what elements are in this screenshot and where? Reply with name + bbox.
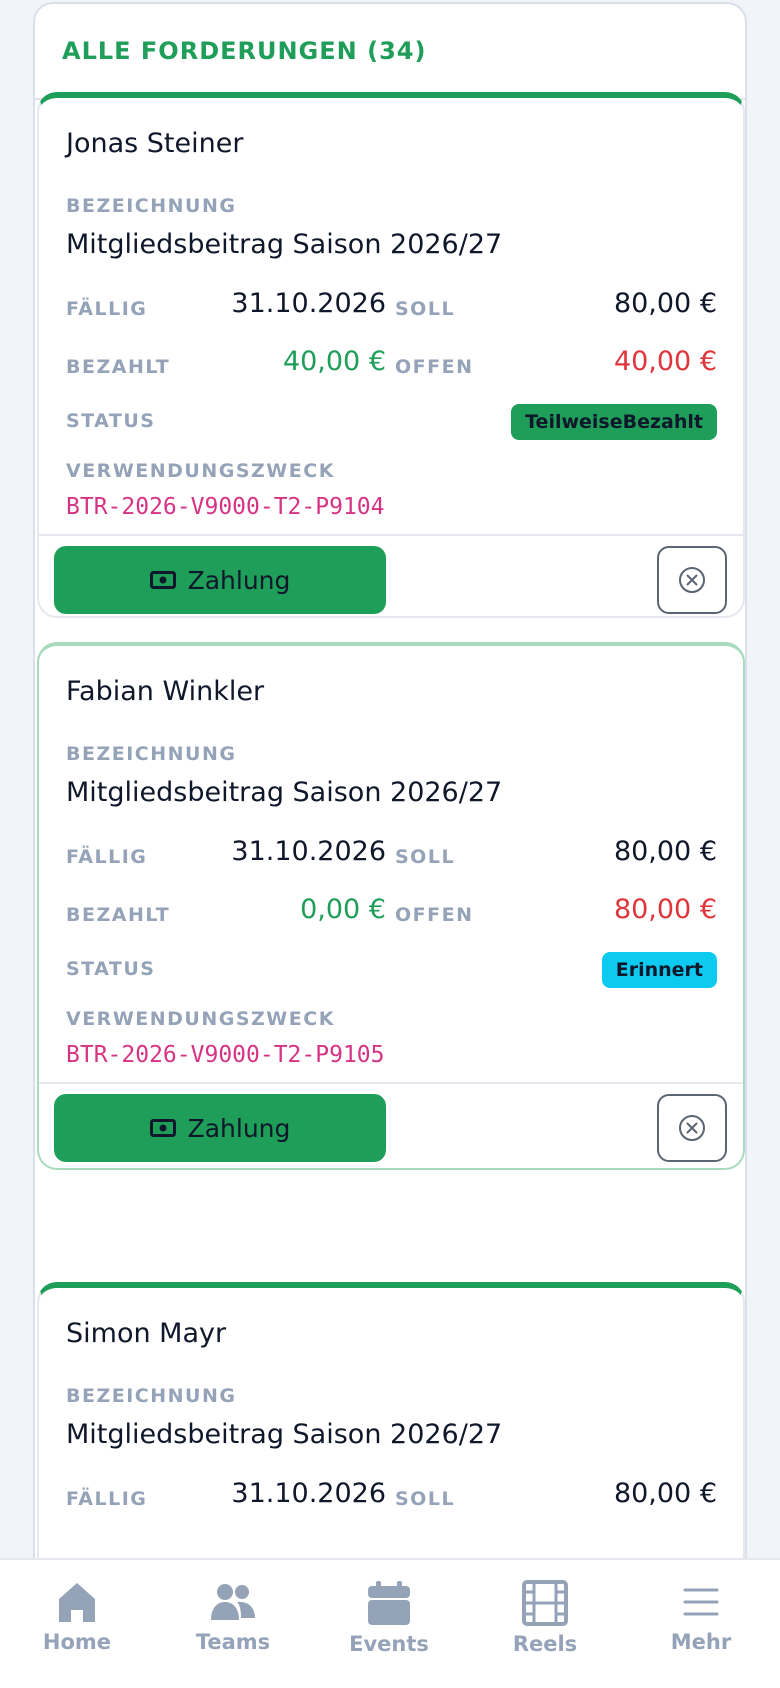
soll-value: 80,00 € <box>613 1478 717 1509</box>
status-label: STATUS <box>66 958 156 980</box>
bezahlt-value: 40,00 € <box>282 346 386 377</box>
soll-value: 80,00 € <box>613 288 717 319</box>
payment-button[interactable]: Zahlung <box>54 546 386 614</box>
bezeichnung-value: Mitgliedsbeitrag Saison 2026/27 <box>66 777 503 808</box>
offen-label: OFFEN <box>395 356 474 378</box>
verwendungszweck-label: VERWENDUNGSZWECK <box>66 460 335 482</box>
nav-events-label: Events <box>349 1632 429 1656</box>
bezeichnung-label: BEZEICHNUNG <box>66 1385 237 1407</box>
soll-value: 80,00 € <box>613 836 717 867</box>
nav-teams-label: Teams <box>195 1630 271 1654</box>
receivable-card: Jonas Steiner BEZEICHNUNG Mitgliedsbeitr… <box>37 92 745 618</box>
faellig-label: FÄLLIG <box>66 298 148 320</box>
nav-home-label: Home <box>42 1630 112 1654</box>
close-circle-icon <box>679 567 705 593</box>
member-name: Fabian Winkler <box>66 676 265 707</box>
faellig-label: FÄLLIG <box>66 1488 148 1510</box>
receivables-panel: ALLE FORDERUNGEN (34) Jonas Steiner BEZE… <box>33 2 747 1602</box>
bezeichnung-label: BEZEICHNUNG <box>66 743 237 765</box>
payment-button-label: Zahlung <box>187 565 291 595</box>
payment-button-label: Zahlung <box>187 1113 291 1143</box>
bezeichnung-value: Mitgliedsbeitrag Saison 2026/27 <box>66 1419 503 1450</box>
payment-reference: BTR-2026-V9000-T2-P9105 <box>66 1042 385 1068</box>
verwendungszweck-label: VERWENDUNGSZWECK <box>66 1008 335 1030</box>
payment-button[interactable]: Zahlung <box>54 1094 386 1162</box>
offen-value: 80,00 € <box>613 894 717 925</box>
film-icon <box>522 1580 568 1626</box>
bezahlt-label: BEZAHLT <box>66 356 171 378</box>
users-icon <box>211 1584 255 1620</box>
faellig-value: 31.10.2026 <box>231 1478 386 1509</box>
bezeichnung-value: Mitgliedsbeitrag Saison 2026/27 <box>66 229 503 260</box>
bezahlt-label: BEZAHLT <box>66 904 171 926</box>
member-name: Jonas Steiner <box>66 128 244 159</box>
faellig-value: 31.10.2026 <box>231 836 386 867</box>
nav-reels-label: Reels <box>512 1632 578 1656</box>
card-actions: Zahlung <box>39 534 743 616</box>
bezeichnung-label: BEZEICHNUNG <box>66 195 237 217</box>
member-name: Simon Mayr <box>66 1318 227 1349</box>
nav-teams[interactable]: Teams <box>168 1580 298 1654</box>
calendar-icon <box>368 1581 410 1625</box>
cancel-button[interactable] <box>657 546 727 614</box>
panel-header: ALLE FORDERUNGEN (34) <box>35 4 745 100</box>
nav-more-label: Mehr <box>670 1630 732 1654</box>
soll-label: SOLL <box>395 298 456 320</box>
receivable-card: Simon Mayr BEZEICHNUNG Mitgliedsbeitrag … <box>37 1282 745 1602</box>
nav-events[interactable]: Events <box>324 1580 454 1656</box>
cash-icon <box>149 571 176 589</box>
receivable-card: Fabian Winkler BEZEICHNUNG Mitgliedsbeit… <box>37 642 745 1170</box>
close-circle-icon <box>679 1115 705 1141</box>
status-badge: TeilweiseBezahlt <box>511 404 717 440</box>
bottom-nav: Home Teams Events Reels Mehr <box>0 1558 780 1688</box>
offen-label: OFFEN <box>395 904 474 926</box>
soll-label: SOLL <box>395 846 456 868</box>
soll-label: SOLL <box>395 1488 456 1510</box>
offen-value: 40,00 € <box>613 346 717 377</box>
faellig-value: 31.10.2026 <box>231 288 386 319</box>
status-badge: Erinnert <box>601 952 717 988</box>
cash-icon <box>149 1119 176 1137</box>
cancel-button[interactable] <box>657 1094 727 1162</box>
status-label: STATUS <box>66 410 156 432</box>
nav-reels[interactable]: Reels <box>480 1580 610 1656</box>
menu-icon <box>683 1588 719 1616</box>
payment-reference: BTR-2026-V9000-T2-P9104 <box>66 494 385 520</box>
nav-more[interactable]: Mehr <box>636 1580 766 1654</box>
bezahlt-value: 0,00 € <box>300 894 386 925</box>
home-icon <box>59 1583 95 1622</box>
card-actions: Zahlung <box>39 1082 743 1168</box>
panel-title: ALLE FORDERUNGEN (34) <box>62 37 427 65</box>
nav-home[interactable]: Home <box>12 1580 142 1654</box>
faellig-label: FÄLLIG <box>66 846 148 868</box>
